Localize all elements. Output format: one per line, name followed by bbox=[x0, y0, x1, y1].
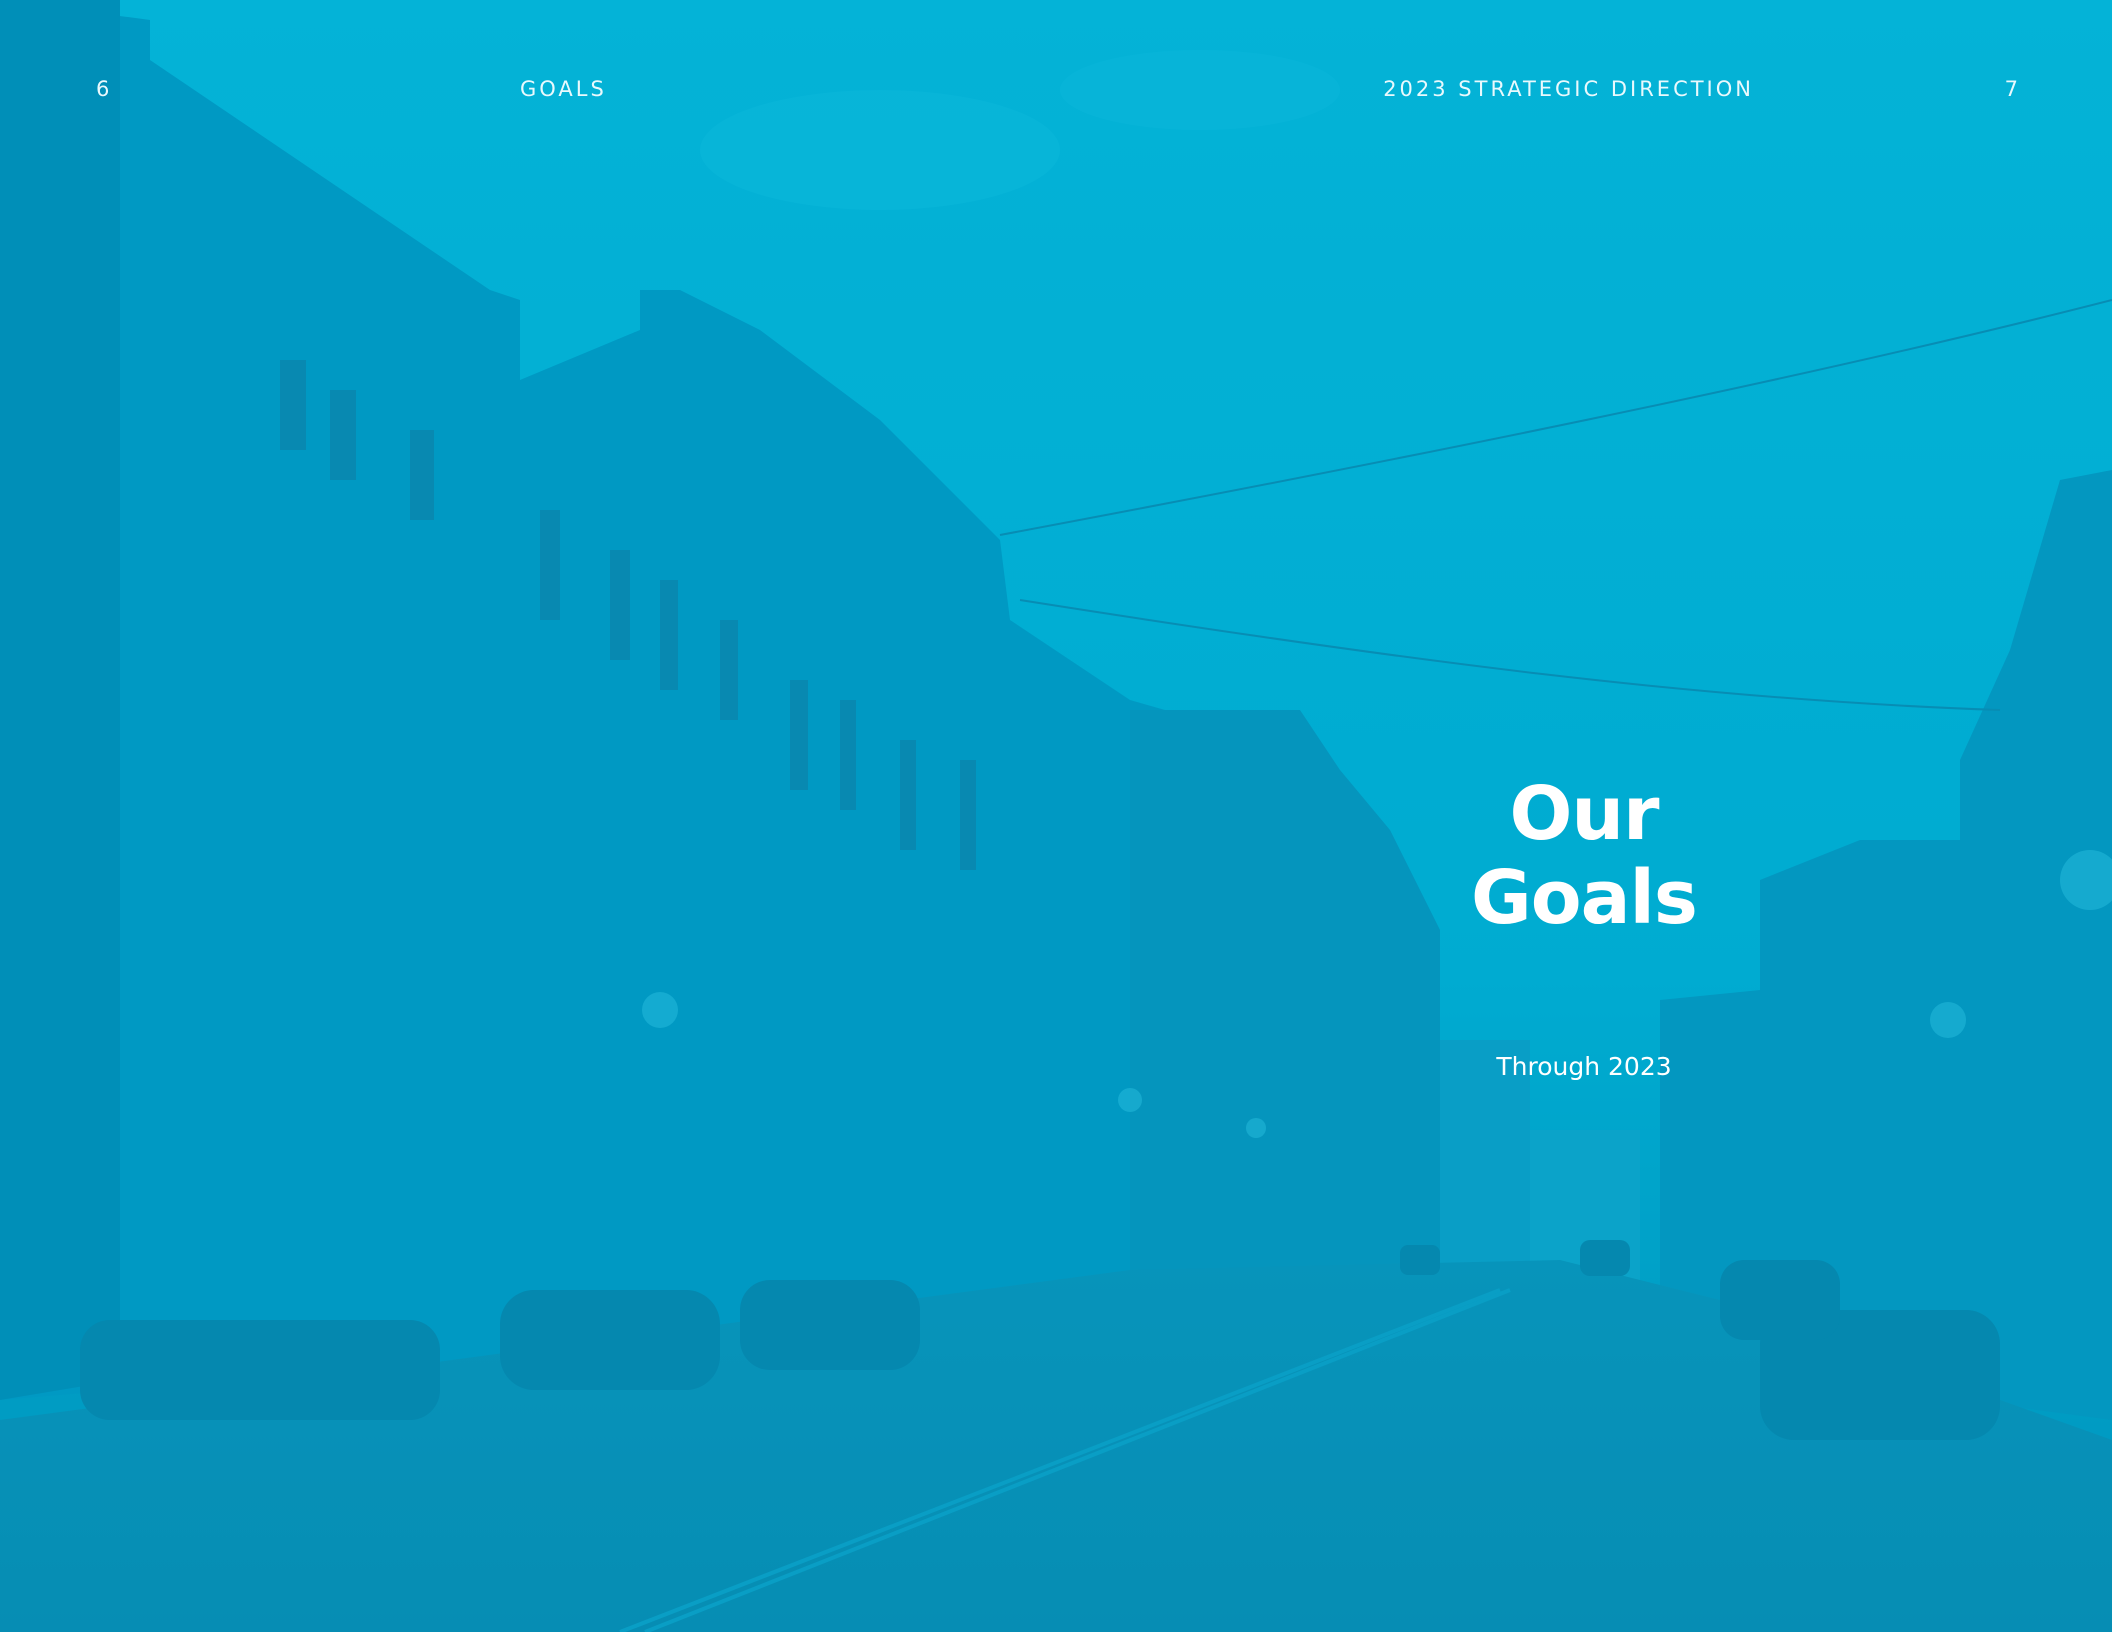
color-overlay bbox=[0, 0, 2112, 1632]
document-spread: 6 GOALS 2023 STRATEGIC DIRECTION 7 Our G… bbox=[0, 0, 2112, 1632]
hero-title: Our Goals bbox=[1384, 772, 1784, 940]
right-page-number: 7 bbox=[2004, 77, 2018, 101]
hero-title-line: Goals bbox=[1471, 855, 1698, 941]
document-title: 2023 STRATEGIC DIRECTION bbox=[1383, 77, 1754, 101]
section-label: GOALS bbox=[520, 77, 607, 101]
left-page-number: 6 bbox=[96, 77, 110, 101]
hero-title-line: Our bbox=[1509, 771, 1659, 857]
hero-subtitle: Through 2023 bbox=[1496, 1052, 1672, 1081]
street-scene-photo bbox=[0, 0, 2112, 1632]
